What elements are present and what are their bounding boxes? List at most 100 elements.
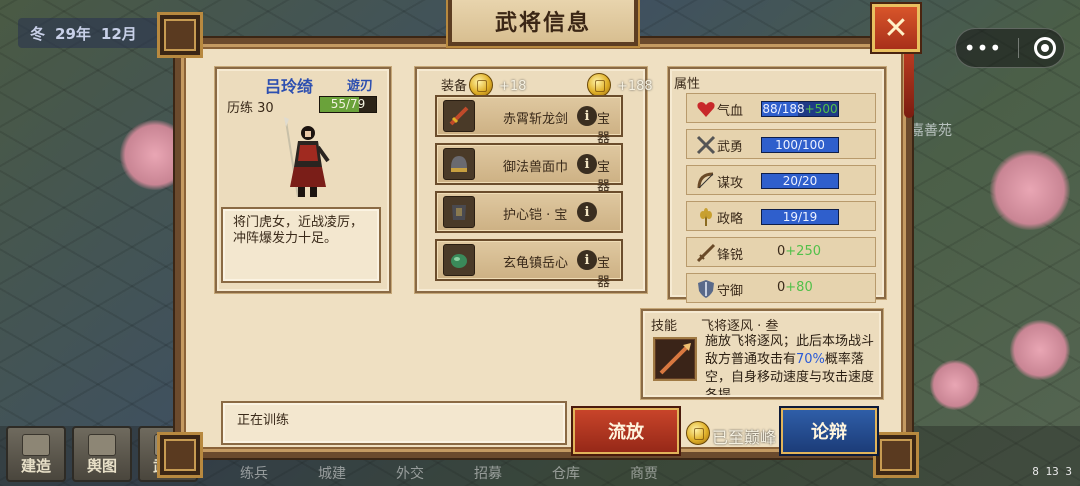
blossom-tree (1010, 320, 1070, 380)
skill-spear-icon[interactable] (653, 337, 697, 381)
panel-corner-ornament (157, 432, 203, 478)
capsule-divider (1017, 38, 1019, 58)
equipment-name: 御法兽面巾 (503, 160, 569, 175)
bottom-menu-item[interactable]: 招募 (474, 463, 502, 483)
wheat-icon (700, 208, 712, 226)
attribute-value: 0+80 (777, 280, 813, 295)
attribute-base: 88/188 (762, 102, 805, 116)
blossom-tree (930, 360, 980, 410)
debate-button[interactable]: 论辩 (781, 408, 877, 454)
hero-description: 将门虎女，近战凌厉，冲阵爆发力十足。 (221, 207, 381, 283)
equipment-slot-weapon[interactable]: 赤霄斩龙剑 i 宝器 (435, 95, 623, 146)
equipment-name: 赤霄斩龙剑 (503, 112, 569, 127)
bottom-menu-item[interactable]: 外交 (396, 463, 424, 483)
equipment-tag: 宝器 (597, 256, 611, 290)
bottom-menu-item[interactable]: 练兵 (240, 463, 268, 483)
attribute-label: 谋攻 (717, 176, 744, 191)
attribute-row-hp: 气血 88/188+500 (686, 93, 876, 123)
attribute-label: 气血 (717, 104, 744, 119)
panel-corner-ornament (873, 432, 919, 478)
shield-icon (698, 280, 714, 298)
equipment-bonus-right: +188 (617, 79, 653, 94)
attribute-row-tactics: 政略 19/19 (686, 201, 876, 231)
skill-description: 施放飞将逐风；此后本场战斗敌方普通攻击有70%概率落空，自身移动速度与攻击速度各… (705, 333, 875, 395)
bottom-menu-item[interactable]: 商贾 (630, 463, 658, 483)
attribute-label: 守御 (717, 284, 744, 299)
close-button[interactable]: ✕ (872, 4, 920, 52)
dock-label: 建造 (20, 457, 51, 475)
attribute-bar-text: 88/188+500 (762, 102, 838, 116)
status-field: 正在训练 (221, 401, 567, 445)
attribute-label: 武勇 (717, 140, 744, 155)
experience-bar-text: 55/79 (330, 97, 366, 111)
attributes-header: 属性 (674, 77, 701, 92)
skill-header: 技能 (651, 319, 678, 334)
date-year: 29年 (55, 24, 91, 43)
date-season: 冬 (30, 24, 46, 43)
system-clock: 8 13 3 (1032, 465, 1072, 478)
armor-icon (443, 196, 475, 228)
skill-desc-highlight: 70% (796, 352, 825, 367)
hero-card: 吕玲绮 遊刃 历练 30 55/79 将门虎女，近战凌厉，冲阵爆发力十足。 (215, 67, 391, 293)
sword-icon (443, 100, 475, 132)
attribute-bonus: +80 (785, 280, 813, 295)
dock-build-button[interactable]: 建造 (6, 426, 66, 482)
attribute-bar-text: 100/100 (775, 138, 825, 152)
info-button[interactable]: i (577, 202, 597, 222)
skill-name: 飞将逐风 · 叁 (701, 319, 779, 334)
bow-icon (697, 172, 714, 189)
mini-program-capsule: ••• (955, 28, 1065, 68)
dialog-title: 武将信息 (448, 0, 638, 46)
blossom-tree (990, 150, 1070, 230)
date-month: 12月 (100, 24, 137, 43)
exile-button[interactable]: 流放 (573, 408, 679, 454)
coin-icon (686, 421, 710, 445)
equipment-slot-accessory[interactable]: 玄龟镇岳心 i 宝器 (435, 239, 623, 290)
map-location-label: 嘉善苑 (910, 123, 952, 139)
heart-icon (697, 102, 715, 117)
peak-status-label: 已至巅峰 (712, 428, 777, 447)
equipment-name: 护心铠 · 宝 (503, 208, 568, 223)
equipment-tag: 宝器 (597, 112, 611, 146)
coin-icon (469, 73, 493, 97)
equipment-slot-armor[interactable]: 护心铠 · 宝 i (435, 191, 623, 233)
hero-portrait (284, 117, 330, 198)
attribute-row-strategy: 谋攻 20/20 (686, 165, 876, 195)
attributes-panel: 属性 气血 88/188+500 武勇 100/100 谋攻 20/20 政略 … (668, 67, 886, 303)
date-display: 冬 29年 12月 (18, 18, 168, 48)
attribute-bar: 20/20 (761, 173, 839, 189)
info-button[interactable]: i (577, 154, 597, 174)
attribute-bar-text: 20/20 (782, 174, 818, 188)
attribute-value: 0+250 (777, 244, 821, 259)
attribute-row-martial: 武勇 100/100 (686, 129, 876, 159)
jade-icon (443, 244, 475, 276)
panel-corner-ornament (157, 12, 203, 58)
equipment-slot-headgear[interactable]: 御法兽面巾 i 宝器 (435, 143, 623, 194)
attribute-bonus: +500 (804, 102, 838, 116)
hero-name: 吕玲绮 (265, 77, 314, 96)
info-button[interactable]: i (577, 250, 597, 270)
attribute-label: 锋锐 (717, 248, 744, 263)
tassel-ornament (904, 54, 914, 118)
crossed-swords-icon (696, 135, 716, 155)
attribute-label: 政略 (717, 212, 744, 227)
more-menu-button[interactable]: ••• (964, 38, 1002, 58)
equipment-bonus-left: +18 (499, 79, 527, 94)
info-button[interactable]: i (577, 106, 597, 126)
hero-class: 遊刃 (347, 79, 374, 94)
skill-panel: 技能 飞将逐风 · 叁 施放飞将逐风；此后本场战斗敌方普通攻击有70%概率落空，… (641, 309, 883, 399)
hero-experience-label: 历练 30 (227, 101, 274, 116)
bottom-menu-strip: 练兵 城建 外交 招募 仓库 商贾 (200, 460, 860, 486)
equipment-name: 玄龟镇岳心 (503, 256, 569, 271)
bottom-menu-item[interactable]: 城建 (318, 463, 346, 483)
attribute-bar: 100/100 (761, 137, 839, 153)
equipment-header: 装备 (441, 79, 468, 94)
equipment-panel: 装备 +18 +188 赤霄斩龙剑 i 宝器 御法兽面巾 i 宝器 护心铠 · … (415, 67, 653, 293)
coin-icon (587, 73, 611, 97)
bottom-menu-item[interactable]: 仓库 (552, 463, 580, 483)
dock-map-button[interactable]: 舆图 (72, 426, 132, 482)
attribute-row-defense: 守御 0+80 (686, 273, 876, 303)
attribute-bar-text: 19/19 (782, 210, 818, 224)
close-miniprogram-icon[interactable] (1034, 37, 1057, 59)
attribute-bar: 88/188+500 (761, 101, 839, 117)
